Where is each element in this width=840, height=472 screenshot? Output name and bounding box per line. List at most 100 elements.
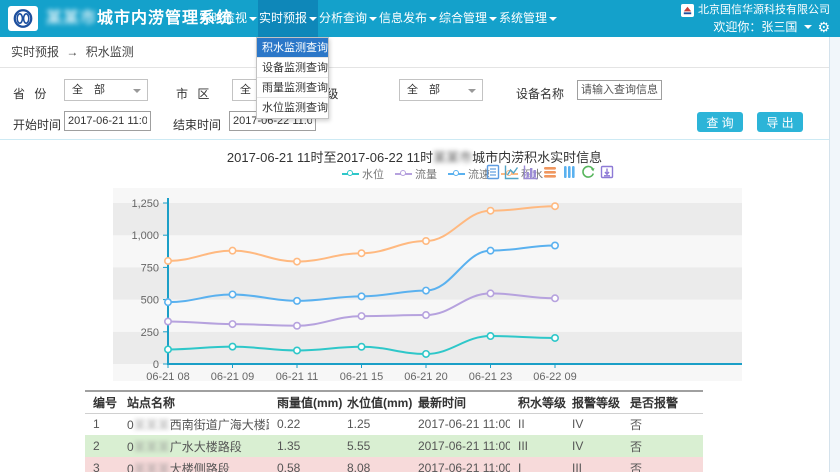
province-label: 省 份 xyxy=(13,85,49,102)
cell-waterlevel: 5.55 xyxy=(339,435,410,457)
dropdown-item-water-monitor-query[interactable]: 积水监测查询 xyxy=(257,38,328,58)
breadcrumb: 实时预报 → 积水监测 xyxy=(0,37,829,68)
chevron-down-icon xyxy=(133,89,141,93)
svg-text:06-21 11: 06-21 11 xyxy=(276,371,319,383)
save-image-icon[interactable] xyxy=(599,164,615,180)
cell-pond-grade: III xyxy=(510,435,564,457)
tiled-view-icon[interactable] xyxy=(561,164,577,180)
top-navbar: 某某市城市内涝管理系统 实时监视 实时预报 分析查询 信息发布 综合管理 系统管… xyxy=(0,0,840,37)
bar-chart-icon[interactable] xyxy=(523,164,539,180)
col-header-no: 编号 xyxy=(85,391,119,413)
svg-text:06-21 08: 06-21 08 xyxy=(146,371,189,383)
cell-alerted: 否 xyxy=(622,413,703,435)
province-select[interactable]: 全 部 xyxy=(64,79,148,101)
county-select[interactable]: 全 部 xyxy=(399,79,483,101)
menu-item-system-manage[interactable]: 系统管理 xyxy=(498,0,558,37)
cell-alarm-grade: III xyxy=(564,457,622,472)
svg-text:500: 500 xyxy=(141,295,159,307)
device-name-input[interactable] xyxy=(577,80,662,100)
restore-icon[interactable] xyxy=(580,164,596,180)
chart-toolbox xyxy=(485,164,615,180)
chevron-down-icon xyxy=(489,17,497,21)
company-logo-icon xyxy=(681,4,694,17)
menu-item-general-manage[interactable]: 综合管理 xyxy=(438,0,498,37)
user-menu[interactable]: 欢迎你：张三国 ⚙ xyxy=(681,19,830,35)
legend-item-velocity[interactable]: 流速 xyxy=(448,166,490,182)
col-header-station: 站点名称 xyxy=(119,391,269,413)
app-logo-icon xyxy=(8,6,38,31)
chevron-down-icon xyxy=(429,17,437,21)
chevron-down-icon xyxy=(804,25,812,29)
cell-alarm-grade: IV xyxy=(564,435,622,457)
menu-item-realtime-monitor[interactable]: 实时监视 xyxy=(198,0,258,37)
cell-pond-grade: II xyxy=(510,413,564,435)
svg-text:06-21 09: 06-21 09 xyxy=(211,371,254,383)
col-header-pond-grade: 积水等级 xyxy=(510,391,564,413)
cell-waterlevel: 8.08 xyxy=(339,457,410,472)
main-menu: 实时监视 实时预报 分析查询 信息发布 综合管理 系统管理 xyxy=(198,0,558,37)
cell-time: 2017-06-21 11:00:00 xyxy=(410,435,510,457)
legend-item-water-level[interactable]: 水位 xyxy=(342,166,384,182)
cell-no: 2 xyxy=(85,435,119,457)
cell-no: 1 xyxy=(85,413,119,435)
cell-alarm-grade: IV xyxy=(564,413,622,435)
data-view-icon[interactable] xyxy=(485,164,501,180)
navbar-right: 北京国信华源科技有限公司 欢迎你：张三国 ⚙ xyxy=(681,3,830,35)
svg-text:1,000: 1,000 xyxy=(131,230,159,242)
forecast-dropdown-menu: 积水监测查询 设备监测查询 雨量监测查询 水位监测查询 xyxy=(256,37,329,119)
cell-station-name: 0某某某西南街道广海大楼路段 xyxy=(119,413,269,435)
menu-item-info-publish[interactable]: 信息发布 xyxy=(378,0,438,37)
breadcrumb-current: 积水监测 xyxy=(86,45,134,59)
vertical-scrollbar[interactable] xyxy=(829,37,840,472)
cell-time: 2017-06-21 11:00:00 xyxy=(410,413,510,435)
stations-table: 编号 站点名称 雨量值(mm) 水位值(mm) 最新时间 积水等级 报警等级 是… xyxy=(85,390,703,472)
end-time-label: 结束时间 xyxy=(173,116,221,133)
legend-item-flow[interactable]: 流量 xyxy=(395,166,437,182)
legend-marker xyxy=(342,170,359,178)
app-window: 某某市城市内涝管理系统 实时监视 实时预报 分析查询 信息发布 综合管理 系统管… xyxy=(0,0,840,472)
chevron-down-icon xyxy=(369,17,377,21)
dropdown-item-rain-monitor-query[interactable]: 雨量监测查询 xyxy=(257,78,328,98)
breadcrumb-parent[interactable]: 实时预报 xyxy=(11,45,59,59)
col-header-waterlevel: 水位值(mm) xyxy=(339,391,410,413)
col-header-time: 最新时间 xyxy=(410,391,510,413)
cell-rain: 0.58 xyxy=(269,457,339,472)
svg-text:750: 750 xyxy=(141,262,159,274)
gear-icon[interactable]: ⚙ xyxy=(817,20,830,34)
svg-text:0: 0 xyxy=(153,359,159,371)
company-name: 北京国信华源科技有限公司 xyxy=(681,3,830,18)
cell-rain: 0.22 xyxy=(269,413,339,435)
chevron-down-icon xyxy=(309,17,317,21)
start-time-label: 开始时间 xyxy=(13,116,61,133)
query-button[interactable]: 查 询 xyxy=(697,112,743,132)
cell-pond-grade: I xyxy=(510,457,564,472)
start-time-input[interactable] xyxy=(64,111,151,131)
cell-alerted: 否 xyxy=(622,457,703,472)
legend-marker xyxy=(448,170,465,178)
section-divider xyxy=(0,139,829,140)
city-label: 市 区 xyxy=(176,85,212,102)
censored-city-name: 某某市 xyxy=(46,10,97,27)
col-header-rain: 雨量值(mm) xyxy=(269,391,339,413)
menu-item-realtime-forecast[interactable]: 实时预报 xyxy=(258,0,318,37)
svg-text:06-21 15: 06-21 15 xyxy=(340,371,383,383)
dropdown-item-level-monitor-query[interactable]: 水位监测查询 xyxy=(257,98,328,118)
cell-station-name: 0某某某广水大楼路段 xyxy=(119,435,269,457)
export-button[interactable]: 导 出 xyxy=(757,112,803,132)
legend-marker xyxy=(395,170,412,178)
line-chart-icon[interactable] xyxy=(504,164,520,180)
chart-title: 2017-06-21 11时至2017-06-22 11时某某市城市内涝积水实时… xyxy=(0,147,829,166)
chevron-down-icon xyxy=(468,89,476,93)
menu-item-analysis-query[interactable]: 分析查询 xyxy=(318,0,378,37)
table-header-row: 编号 站点名称 雨量值(mm) 水位值(mm) 最新时间 积水等级 报警等级 是… xyxy=(85,391,703,413)
stacked-view-icon[interactable] xyxy=(542,164,558,180)
welcome-text: 欢迎你：张三国 xyxy=(713,19,797,35)
cell-rain: 1.35 xyxy=(269,435,339,457)
table-row: 3 0某某某大楼侧路段 0.58 8.08 2017-06-21 11:00:0… xyxy=(85,457,703,472)
dropdown-item-device-monitor-query[interactable]: 设备监测查询 xyxy=(257,58,328,78)
col-header-alarm-grade: 报警等级 xyxy=(564,391,622,413)
cell-alerted: 否 xyxy=(622,435,703,457)
svg-text:1,250: 1,250 xyxy=(131,198,159,210)
col-header-alerted: 是否报警 xyxy=(622,391,703,413)
breadcrumb-separator: → xyxy=(66,45,78,59)
